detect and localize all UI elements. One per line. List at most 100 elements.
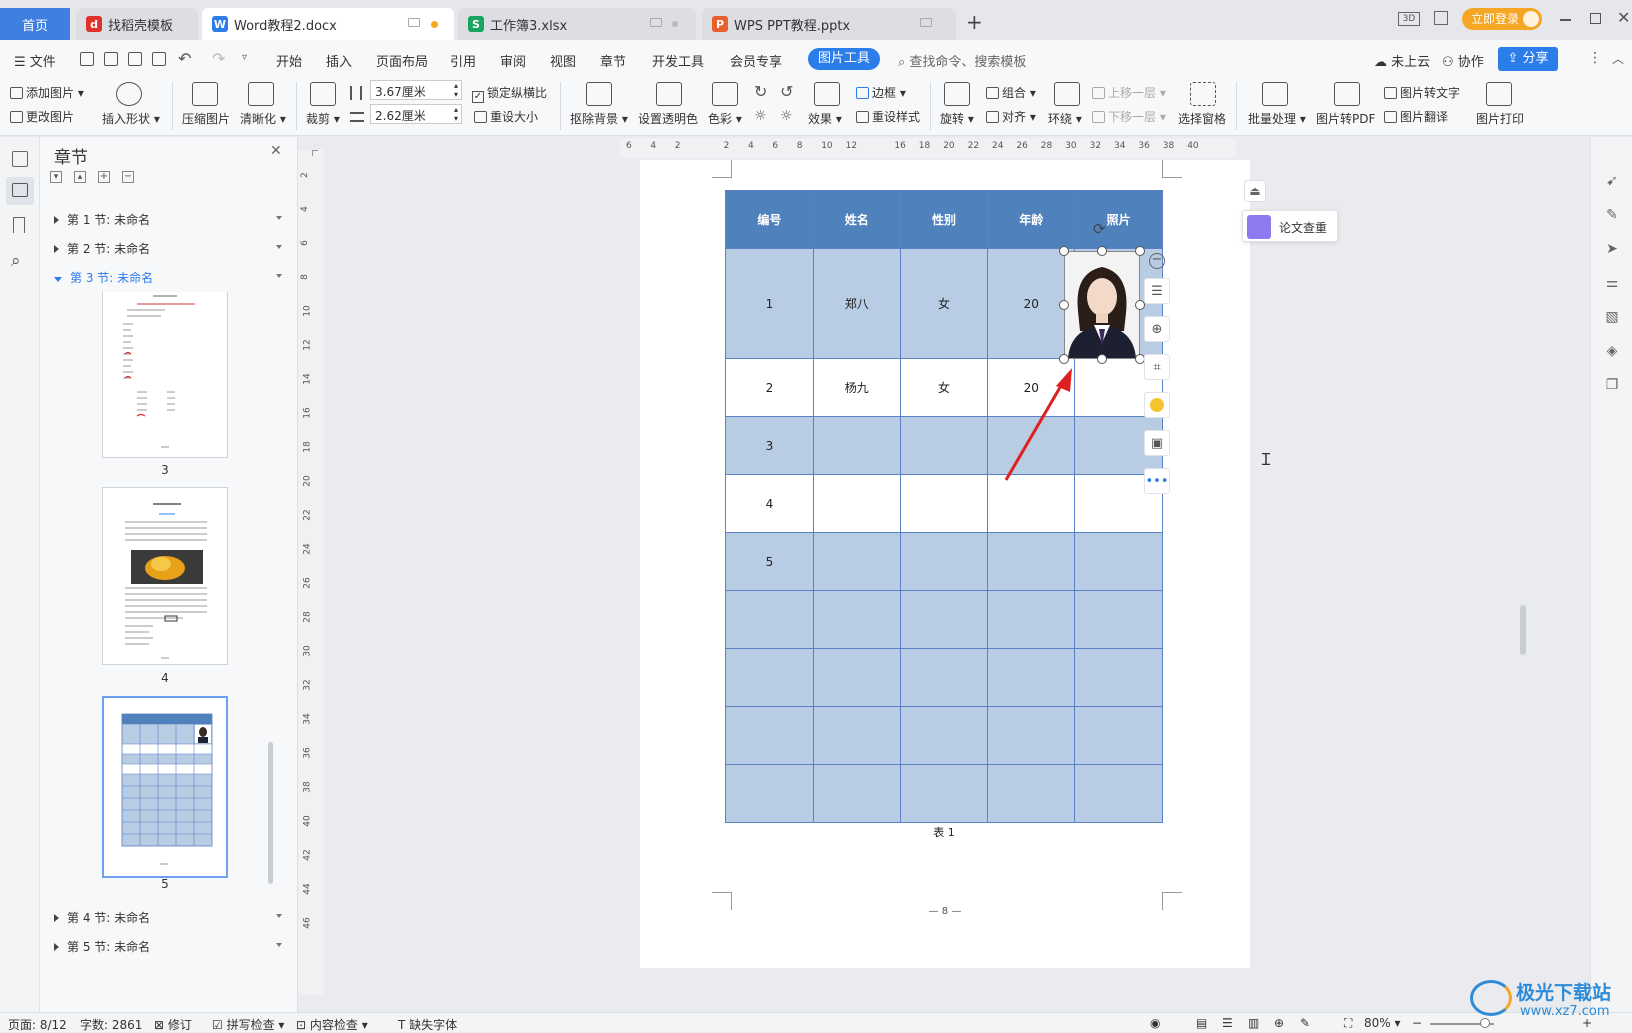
header-cell[interactable]: 年龄 — [987, 190, 1076, 249]
send-backward-button[interactable]: 下移一层 ▾ — [1092, 108, 1166, 125]
new-tab-button[interactable]: + — [966, 10, 983, 34]
more-icon[interactable]: ⋮ — [1588, 50, 1602, 66]
table-cell[interactable] — [812, 590, 901, 649]
zoom-out-button[interactable]: − — [1144, 248, 1170, 274]
resize-handle[interactable] — [1059, 246, 1069, 256]
table-cell[interactable]: 5 — [725, 532, 814, 591]
page-view-icon[interactable]: ▤ — [1196, 1016, 1207, 1030]
save-icon[interactable] — [80, 52, 94, 66]
rocket-icon[interactable]: ➹ — [1603, 173, 1621, 189]
more-options-button[interactable]: ••• — [1144, 468, 1170, 494]
image-print-button[interactable]: 图片打印 — [1476, 110, 1524, 127]
table-cell[interactable] — [987, 706, 1076, 765]
table-cell[interactable]: 1 — [725, 248, 814, 359]
table-cell[interactable] — [899, 416, 989, 475]
table-cell[interactable] — [725, 590, 814, 649]
spinner-icon[interactable]: ▴ ▾ — [454, 81, 458, 99]
spinner-icon[interactable]: ▴ ▾ — [454, 105, 458, 123]
menu-member[interactable]: 会员专享 — [730, 51, 782, 70]
tab-picture-tools[interactable]: 图片工具 — [808, 48, 880, 70]
content-check-button[interactable]: ⊡ 内容检查 ▾ — [296, 1016, 368, 1033]
rotate-right-icon[interactable]: ↺ — [780, 82, 793, 101]
color-button[interactable]: 色彩 ▾ — [708, 110, 742, 127]
pen-icon[interactable]: ✎ — [1603, 207, 1621, 223]
book-icon[interactable]: ❐ — [1603, 377, 1621, 393]
table-cell[interactable] — [812, 706, 901, 765]
header-cell[interactable]: 姓名 — [812, 190, 901, 249]
read-view-icon[interactable]: ▥ — [1248, 1016, 1259, 1030]
section-item-3[interactable]: 第 3 节: 未命名 — [54, 269, 282, 286]
web-view-icon[interactable]: ⊕ — [1274, 1016, 1284, 1030]
minimize-button[interactable] — [1560, 19, 1571, 21]
table-cell[interactable] — [899, 764, 989, 823]
translate-button[interactable]: 图片翻译 — [1384, 108, 1448, 125]
rotate-handle-icon[interactable]: ⟳ — [1093, 220, 1106, 238]
table-cell[interactable]: 4 — [725, 474, 814, 533]
zoom-in-button[interactable]: ⊕ — [1144, 316, 1170, 342]
menu-start[interactable]: 开始 — [276, 51, 302, 70]
table-cell[interactable] — [812, 532, 901, 591]
table-cell[interactable] — [899, 590, 989, 649]
table-cell[interactable] — [812, 764, 901, 823]
change-image-button[interactable]: 更改图片 — [10, 108, 74, 125]
section-item-4[interactable]: 第 4 节: 未命名 — [54, 909, 282, 926]
add-image-button[interactable]: 添加图片 ▾ — [10, 84, 84, 101]
header-cell[interactable]: 编号 — [725, 190, 814, 249]
word-count[interactable]: 字数: 2861 — [80, 1016, 142, 1033]
vertical-scrollbar[interactable] — [1520, 605, 1526, 655]
page-thumbnail-4[interactable] — [102, 487, 228, 665]
section-item-5[interactable]: 第 5 节: 未命名 — [54, 938, 282, 955]
close-button[interactable]: ✕ — [1617, 8, 1630, 27]
brightness-up-icon[interactable]: ☼ — [754, 108, 767, 124]
sliders-icon[interactable]: ⚌ — [1603, 275, 1621, 291]
section-item-1[interactable]: 第 1 节: 未命名 — [54, 211, 282, 228]
compress-button[interactable]: 压缩图片 — [182, 110, 230, 127]
chapter-nav-icon[interactable] — [6, 177, 34, 205]
outline-view-icon[interactable]: ☰ — [1222, 1016, 1233, 1030]
dropdown-icon[interactable] — [276, 245, 282, 249]
header-cell[interactable]: 照片 — [1074, 190, 1163, 249]
group-button[interactable]: 组合 ▾ — [986, 84, 1036, 101]
remove-bg-button[interactable]: 抠除背景 ▾ — [570, 110, 628, 127]
table-cell[interactable] — [1074, 648, 1163, 707]
reset-size-button[interactable]: 重设大小 — [474, 108, 538, 125]
fit-page-icon[interactable]: ⛶ — [1344, 1016, 1352, 1031]
resize-handle[interactable] — [1059, 300, 1069, 310]
collapse-side-icon[interactable]: ⏏ — [1244, 180, 1266, 202]
zoom-out-icon[interactable]: − — [1412, 1016, 1422, 1030]
zoom-level[interactable]: 80% ▾ — [1364, 1016, 1401, 1030]
table-cell[interactable] — [899, 706, 989, 765]
preview-icon[interactable] — [152, 52, 166, 66]
dropdown-icon[interactable] — [276, 914, 282, 918]
tab-ppt[interactable]: P WPS PPT教程.pptx — [702, 8, 956, 40]
table-cell[interactable]: 2 — [725, 358, 814, 417]
share-button[interactable]: ⇪ 分享 — [1498, 47, 1558, 71]
table-cell[interactable]: 女 — [899, 248, 989, 359]
undo-icon[interactable]: ↶ — [178, 49, 191, 68]
remove-section-icon[interactable]: − — [122, 171, 134, 183]
cloud-status[interactable]: ☁ 未上云 — [1374, 51, 1430, 70]
resize-handle[interactable] — [1097, 246, 1107, 256]
apps-grid-icon[interactable] — [1434, 11, 1448, 25]
to-pdf-button[interactable]: 图片转PDF — [1316, 110, 1375, 127]
outline-icon[interactable] — [12, 151, 28, 167]
table-cell[interactable]: 3 — [725, 416, 814, 475]
bookmark-icon[interactable] — [13, 217, 25, 233]
redo-icon[interactable]: ↷ — [212, 49, 225, 68]
paper-check-button[interactable]: 论文查重 — [1242, 210, 1338, 242]
header-cell[interactable]: 性别 — [899, 190, 989, 249]
table-cell[interactable] — [725, 648, 814, 707]
wrap-button[interactable]: 环绕 ▾ — [1048, 110, 1082, 127]
table-cell[interactable] — [812, 416, 901, 475]
table-cell[interactable] — [899, 474, 989, 533]
section-item-2[interactable]: 第 2 节: 未命名 — [54, 240, 282, 257]
select-pane-button[interactable]: 选择窗格 — [1178, 110, 1226, 127]
find-icon[interactable]: ⌕ — [11, 251, 21, 271]
close-panel-icon[interactable]: ✕ — [270, 143, 282, 159]
insert-shape-button[interactable]: 插入形状 ▾ — [102, 110, 160, 127]
add-section-icon[interactable]: + — [98, 171, 110, 183]
to-text-button[interactable]: 图片转文字 — [1384, 84, 1460, 101]
table-cell[interactable] — [725, 706, 814, 765]
effects-button[interactable]: 效果 ▾ — [808, 110, 842, 127]
login-button[interactable]: 立即登录 — [1462, 8, 1542, 30]
